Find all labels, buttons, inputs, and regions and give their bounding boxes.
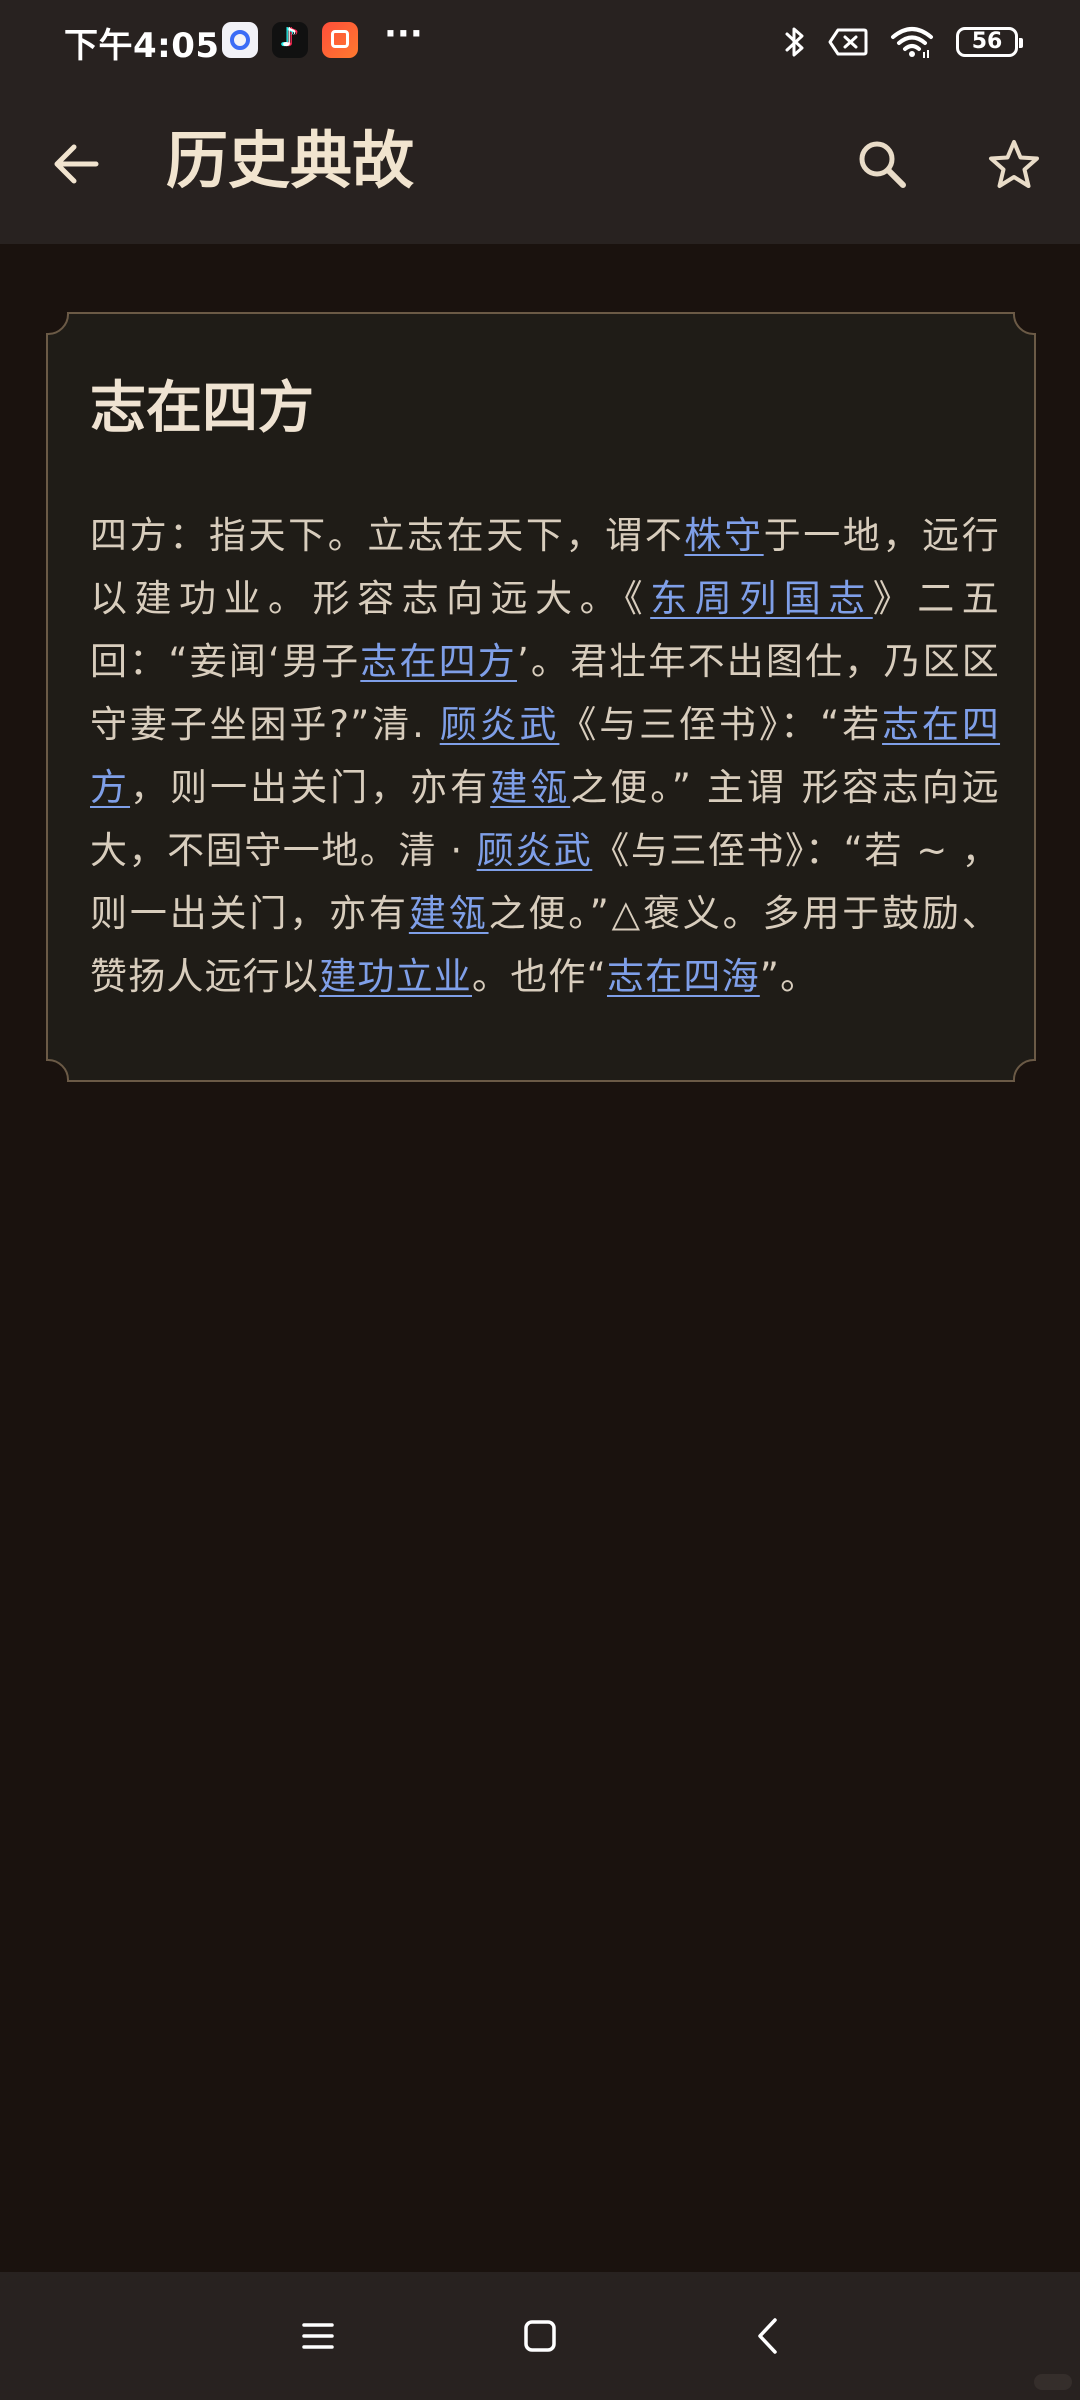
douyin-icon — [272, 22, 308, 58]
status-bar: 下午4:05 ··· 56 — [0, 0, 1080, 84]
page-title: 历史典故 — [166, 124, 415, 197]
entry-body: 四方：指天下。立志在天下，谓不株守于一地，远行以建功业。形容志向远大。《东周列国… — [90, 504, 1000, 1008]
term-link[interactable]: 顾炎武 — [440, 703, 560, 746]
battery-level: 56 — [971, 29, 1003, 54]
term-link[interactable]: 建瓴 — [490, 766, 570, 809]
home-icon — [524, 2320, 556, 2352]
card-content: 志在四方 四方：指天下。立志在天下，谓不株守于一地，远行以建功业。形容志向远大。… — [90, 374, 1000, 1008]
navigation-bar — [0, 2272, 1080, 2400]
recent-apps-button[interactable] — [278, 2296, 358, 2376]
body-text-segment: ，则一出关门，亦有 — [130, 766, 491, 809]
term-link[interactable]: 志在四海 — [607, 955, 760, 998]
body-text-segment: 四方：指天下。立志在天下，谓不 — [90, 514, 685, 557]
status-time: 下午4:05 — [64, 26, 220, 66]
star-icon — [989, 140, 1039, 188]
battery-icon: 56 — [956, 27, 1023, 57]
back-arrow-icon — [54, 144, 99, 184]
system-status-icons: 56 — [784, 22, 1023, 62]
term-link[interactable]: 建功立业 — [319, 955, 472, 998]
body-text-segment: 。也作“ — [472, 955, 607, 998]
bluetooth-icon — [785, 27, 804, 57]
term-link[interactable]: 顾炎武 — [477, 829, 593, 872]
search-icon — [859, 141, 906, 188]
term-link[interactable]: 东周列国志 — [650, 577, 873, 620]
term-link[interactable]: 建瓴 — [409, 892, 489, 935]
home-button[interactable] — [500, 2296, 580, 2376]
no-sim-icon — [828, 28, 868, 56]
menu-icon — [302, 2323, 334, 2349]
more-notifications-icon: ··· — [384, 14, 423, 54]
app-bar: 历史典故 — [0, 84, 1080, 244]
term-link[interactable]: 株守 — [684, 514, 763, 557]
term-link[interactable]: 志在四方 — [360, 640, 517, 683]
entry-title: 志在四方 — [90, 376, 314, 441]
shopping-app-icon — [322, 22, 358, 58]
entry-card: 志在四方 四方：指天下。立志在天下，谓不株守于一地，远行以建功业。形容志向远大。… — [46, 312, 1036, 1082]
screen: 下午4:05 ··· 56 — [0, 0, 1080, 2400]
system-back-button[interactable] — [728, 2296, 808, 2376]
back-button[interactable] — [46, 124, 106, 204]
favorite-button[interactable] — [982, 124, 1046, 204]
back-icon — [758, 2318, 777, 2354]
body-text-segment: 《与三侄书》：“若 — [559, 703, 883, 746]
watermark — [1034, 2374, 1072, 2390]
search-button[interactable] — [850, 124, 914, 204]
wifi-icon — [891, 27, 933, 58]
body-text-segment: ”。 — [759, 955, 819, 998]
baidu-netdisk-icon — [222, 22, 258, 58]
